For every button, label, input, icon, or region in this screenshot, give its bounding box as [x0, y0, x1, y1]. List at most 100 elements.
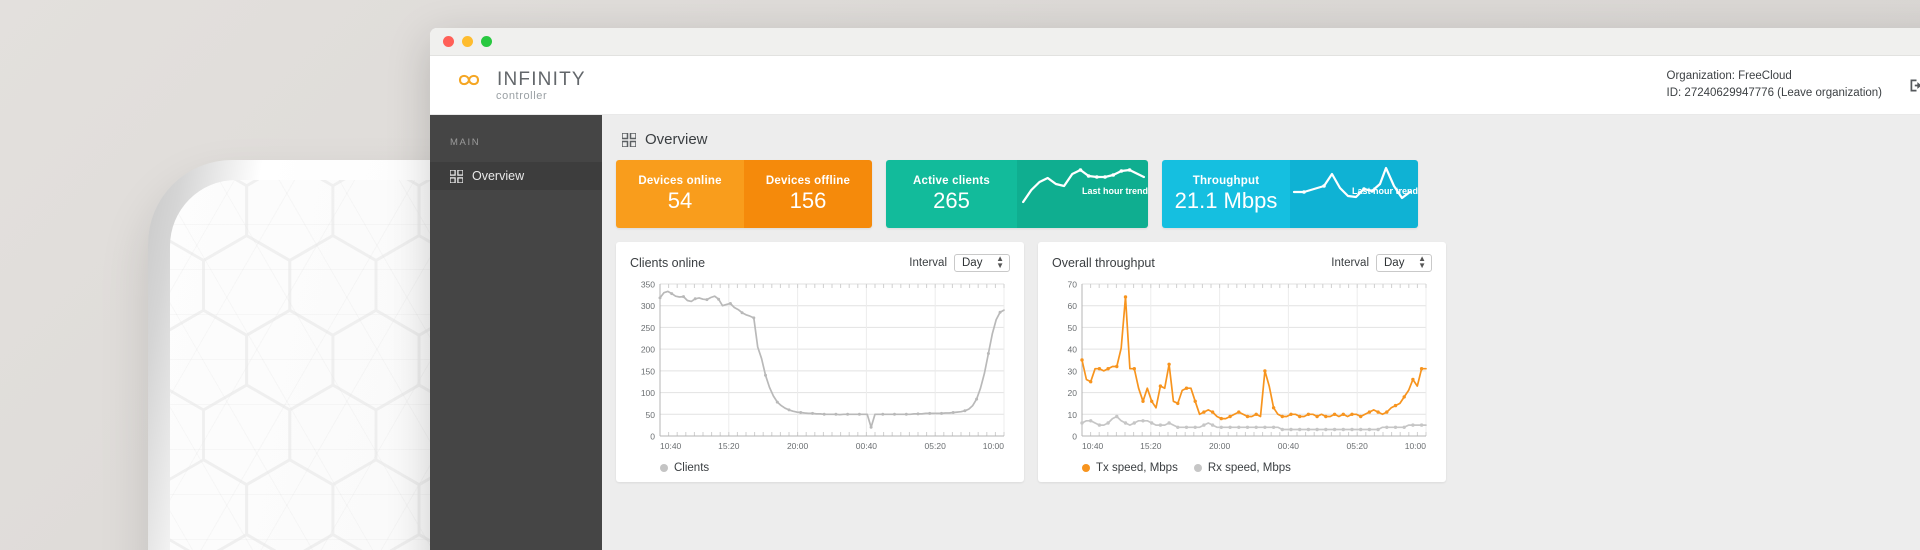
overall-throughput-plot: 0 10 20 30 40 50 60 70 10:40 15:20 20:00 00:40 05:20… [1052, 278, 1432, 458]
app-header: INFINITY controller Organization: FreeCl… [430, 56, 1920, 115]
brand-subtitle: controller [496, 89, 548, 102]
page-title-text: Overview [645, 131, 708, 148]
clients-online-legend: Clients [630, 462, 1010, 474]
devices-offline-label: Devices offline [765, 174, 851, 187]
svg-text:150: 150 [641, 366, 655, 376]
trend-caption: Last hour trend [1081, 186, 1148, 196]
devices-card: Devices online 54 Devices offline 156 [616, 160, 872, 228]
svg-text:20:00: 20:00 [787, 441, 809, 451]
stat-cards: Devices online 54 Devices offline 156 Ac… [616, 160, 1920, 228]
svg-text:05:20: 05:20 [925, 441, 947, 451]
svg-text:50: 50 [1068, 323, 1078, 333]
svg-text:10:00: 10:00 [983, 441, 1005, 451]
legend-item-rx[interactable]: Rx speed, Mbps [1193, 462, 1291, 474]
sidebar-item-label: Overview [472, 169, 525, 183]
svg-text:30: 30 [1068, 366, 1078, 376]
devices-offline-card[interactable]: Devices offline 156 [744, 160, 872, 228]
throughput-label: Throughput [1192, 174, 1260, 187]
devices-online-card[interactable]: Devices online 54 [616, 160, 744, 228]
overall-throughput-chart: 0 10 20 30 40 50 60 70 10:40 15:20 20:00 00:40 05:20… [1068, 280, 1427, 451]
interval-value: Day [1384, 257, 1405, 269]
interval-label: Interval [909, 257, 947, 269]
svg-text:10:40: 10:40 [1082, 441, 1104, 451]
trend-caption: Last hour trend [1351, 186, 1418, 196]
app-body: MAIN Overview Overview Devices online 54… [430, 115, 1920, 550]
legend-item-clients[interactable]: Clients [660, 462, 709, 474]
svg-text:10:40: 10:40 [660, 441, 682, 451]
svg-text:0: 0 [1072, 432, 1077, 442]
clients-online-plot: 0 50 100 150 200 250 300 350 10:40 15:20 20:00 00:4… [630, 278, 1010, 458]
legend-item-tx[interactable]: Tx speed, Mbps [1082, 462, 1178, 474]
clients-online-panel: Clients online Interval Day ▲ ▼ 0 50 100 150… [616, 242, 1024, 482]
stepper-arrows-icon: ▲ ▼ [996, 254, 1004, 270]
interval-label: Interval [1331, 257, 1369, 269]
page-title: Overview [622, 131, 1920, 148]
throughput-sparkline: Last hour trend [1290, 160, 1418, 228]
svg-text:40: 40 [1068, 345, 1078, 355]
organization-name: Organization: FreeCloud [1666, 69, 1792, 82]
logout-icon[interactable] [1908, 77, 1920, 94]
interval-select[interactable]: Day ▲ ▼ [1376, 254, 1432, 272]
svg-text:10:00: 10:00 [1405, 441, 1427, 451]
main-content: Overview Devices online 54 Devices offli… [602, 115, 1920, 550]
interval-control: Interval Day ▲ ▼ [1331, 254, 1432, 272]
window-titlebar [430, 28, 1920, 56]
svg-text:20: 20 [1068, 388, 1078, 398]
svg-text:100: 100 [641, 388, 655, 398]
svg-text:0: 0 [650, 432, 655, 442]
active-clients-value-pane: Active clients 265 [886, 160, 1017, 228]
browser-window: INFINITY controller Organization: FreeCl… [430, 28, 1920, 550]
svg-text:50: 50 [646, 410, 656, 420]
svg-text:15:20: 15:20 [1140, 441, 1162, 451]
close-window-button[interactable] [443, 36, 454, 47]
svg-text:350: 350 [641, 280, 655, 290]
devices-online-value: 54 [667, 187, 693, 213]
infinity-icon [458, 74, 480, 85]
svg-text:20:00: 20:00 [1209, 441, 1231, 451]
svg-text:250: 250 [641, 323, 655, 333]
overall-throughput-panel: Overall throughput Interval Day ▲ ▼ 0 10 20… [1038, 242, 1446, 482]
organization-info: Organization: FreeCloud ID: 272406299477… [1667, 68, 1882, 103]
active-clients-value: 265 [933, 187, 970, 213]
svg-text:05:20: 05:20 [1347, 441, 1369, 451]
panel-title: Clients online [630, 256, 706, 270]
svg-text:00:40: 00:40 [1278, 441, 1300, 451]
clients-online-chart: 0 50 100 150 200 250 300 350 10:40 15:20 20:00 00:4… [641, 280, 1005, 451]
header-right: Organization: FreeCloud ID: 272406299477… [1667, 68, 1920, 103]
interval-value: Day [962, 257, 983, 269]
charts-row: Clients online Interval Day ▲ ▼ 0 50 100 150… [616, 242, 1920, 482]
svg-text:70: 70 [1068, 280, 1078, 290]
svg-text:300: 300 [641, 301, 655, 311]
interval-control: Interval Day ▲ ▼ [909, 254, 1010, 272]
active-clients-card[interactable]: Active clients 265 Last hour trend [886, 160, 1148, 228]
active-clients-label: Active clients [913, 174, 990, 187]
throughput-value: 21.1 Mbps [1174, 187, 1278, 213]
grid-icon [450, 169, 463, 183]
stepper-arrows-icon: ▲ ▼ [1418, 254, 1426, 270]
throughput-value-pane: Throughput 21.1 Mbps [1162, 160, 1290, 228]
panel-header: Clients online Interval Day ▲ ▼ [630, 254, 1010, 272]
grid-icon [622, 132, 636, 147]
overall-throughput-legend: Tx speed, Mbps Rx speed, Mbps [1052, 462, 1432, 474]
panel-title: Overall throughput [1052, 256, 1155, 270]
interval-select[interactable]: Day ▲ ▼ [954, 254, 1010, 272]
svg-text:60: 60 [1068, 301, 1078, 311]
sidebar-item-overview[interactable]: Overview [430, 162, 602, 190]
brand-name: INFINITY [497, 68, 586, 90]
svg-text:00:40: 00:40 [856, 441, 878, 451]
throughput-card[interactable]: Throughput 21.1 Mbps Last hour trend [1162, 160, 1418, 228]
devices-online-label: Devices online [638, 174, 722, 187]
devices-offline-value: 156 [789, 187, 827, 213]
svg-text:15:20: 15:20 [718, 441, 740, 451]
panel-header: Overall throughput Interval Day ▲ ▼ [1052, 254, 1432, 272]
active-clients-sparkline: Last hour trend [1017, 160, 1148, 228]
svg-text:200: 200 [641, 345, 655, 355]
screenshot-stage: ⎉ ⎉ Ψ Ψ ⏻ INFINITY controller [0, 0, 1920, 550]
maximize-window-button[interactable] [481, 36, 492, 47]
svg-text:10: 10 [1068, 410, 1078, 420]
minimize-window-button[interactable] [462, 36, 473, 47]
sidebar: MAIN Overview [430, 115, 602, 550]
organization-id[interactable]: ID: 27240629947776 (Leave organization) [1667, 85, 1882, 102]
sidebar-section-label: MAIN [450, 137, 481, 148]
brand[interactable]: INFINITY controller [448, 69, 586, 102]
